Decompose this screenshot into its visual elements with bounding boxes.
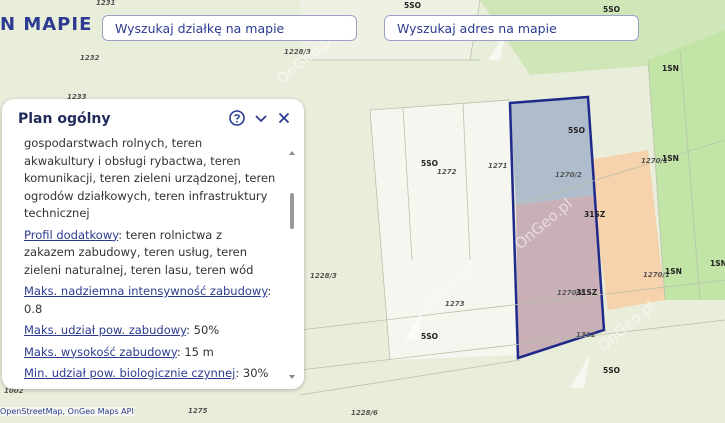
parcel-label: 1272: [437, 168, 457, 176]
search-address-label: Wyszukaj adres na mapie: [397, 20, 557, 36]
scroll-down-icon[interactable]: [289, 375, 295, 379]
plan-panel: Plan ogólny gospodarstwach rolnych, tere…: [2, 99, 304, 389]
close-icon[interactable]: [275, 109, 293, 127]
info-row-label[interactable]: Maks. nadziemna intensywność zabudowy: [24, 284, 267, 298]
parcel-label: 1228/3: [310, 272, 337, 280]
zone-label: 1SN: [662, 64, 679, 73]
selected-parcel-top: [510, 97, 594, 205]
info-row-value: : 50%: [186, 323, 220, 337]
panel-title: Plan ogólny: [18, 111, 111, 127]
parcel-label: 1231: [96, 0, 116, 7]
zone-label: 1SN: [662, 154, 679, 163]
info-row: Maks. wysokość zabudowy: 15 m: [24, 344, 276, 362]
zone-label: 31SZ: [576, 288, 598, 297]
scrollbar-thumb[interactable]: [290, 193, 294, 229]
parcel-label: 1275: [188, 407, 208, 415]
info-row-label[interactable]: Maks. udział pow. zabudowy: [24, 323, 186, 337]
search-parcel-button[interactable]: Wyszukaj działkę na mapie: [102, 15, 357, 41]
parcel-label: 1311: [576, 331, 596, 339]
search-parcel-label: Wyszukaj działkę na mapie: [115, 20, 285, 36]
zone-label: 5SO: [603, 366, 620, 375]
scroll-up-icon[interactable]: [289, 151, 295, 155]
info-row: Profil dodatkowy: teren rolnictwa z zaka…: [24, 227, 276, 280]
info-row-value: : 30%: [235, 366, 269, 380]
parcel-label: 1232: [80, 54, 100, 62]
parcel-area-white: [370, 100, 520, 360]
chevron-down-icon[interactable]: [252, 109, 270, 127]
help-icon[interactable]: [228, 109, 246, 127]
zone-label: 5SO: [404, 1, 421, 10]
search-address-button[interactable]: Wyszukaj adres na mapie: [384, 15, 639, 41]
zone-label: 1SN: [665, 267, 682, 276]
info-row: Maks. udział pow. zabudowy: 50%: [24, 322, 276, 340]
scrollbar[interactable]: [288, 151, 296, 379]
zone-label: 5SO: [421, 332, 438, 341]
parcel-label: 1270/2: [555, 171, 582, 179]
parcel-label: 1273: [445, 300, 465, 308]
info-row-label[interactable]: Min. udział pow. biologicznie czynnej: [24, 366, 235, 380]
zone-label: 1SN: [710, 259, 725, 268]
info-row-label[interactable]: Maks. wysokość zabudowy: [24, 345, 177, 359]
zone-label: 31SZ: [584, 210, 606, 219]
info-row-value: : 15 m: [176, 344, 214, 359]
parcel-label: 1228/6: [351, 409, 378, 417]
intro-text: gospodarstwach rolnych, teren akwakultur…: [24, 137, 276, 220]
parcel-label: 1271: [488, 162, 508, 170]
info-row-label[interactable]: Profil dodatkowy: [24, 228, 118, 242]
panel-content: gospodarstwach rolnych, teren akwakultur…: [24, 137, 276, 387]
zone-label: 5SO: [421, 159, 438, 168]
map-attribution[interactable]: OpenStreetMap, OnGeo Maps API: [0, 407, 134, 416]
app-logo[interactable]: N MAPIE: [0, 14, 92, 35]
zone-label: 5SO: [568, 126, 585, 135]
info-row: Maks. nadziemna intensywność zabudowy: 0…: [24, 283, 276, 318]
info-row: Min. udział pow. biologicznie czynnej: 3…: [24, 365, 276, 383]
panel-scroll-area[interactable]: gospodarstwach rolnych, teren akwakultur…: [2, 137, 304, 389]
zone-label: 5SO: [603, 5, 620, 14]
